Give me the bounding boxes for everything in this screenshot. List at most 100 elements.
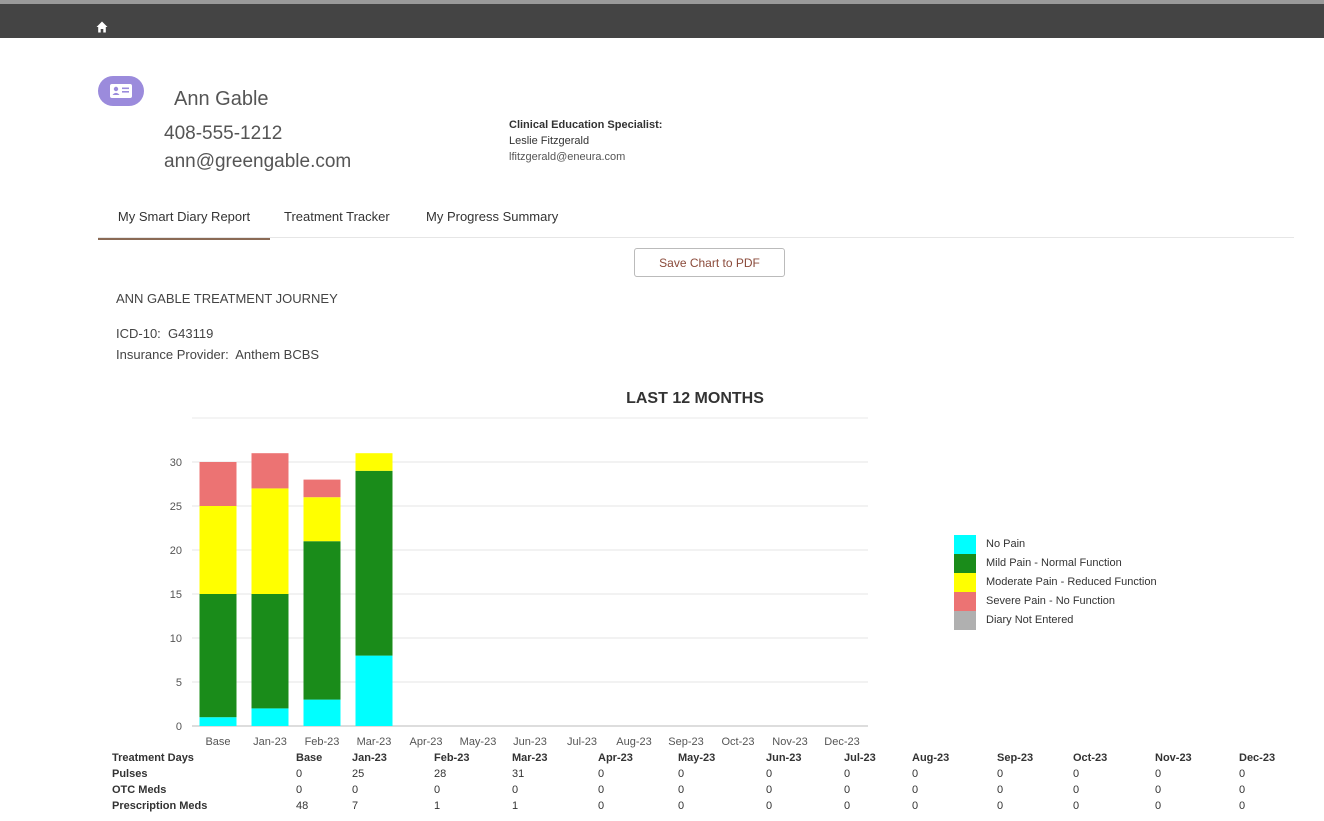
table-cell: 0 xyxy=(1073,768,1080,780)
bar-segment xyxy=(355,655,393,726)
y-tick-label: 25 xyxy=(170,501,182,513)
table-cell: 1 xyxy=(434,800,441,812)
table-cell: 48 xyxy=(296,800,309,812)
column-header: Sep-23 xyxy=(997,752,1034,764)
x-tick-label: Oct-23 xyxy=(721,736,754,748)
y-tick-label: 0 xyxy=(176,721,182,733)
x-tick-label: Jul-23 xyxy=(567,736,597,748)
legend-swatch xyxy=(954,611,976,630)
table-cell: 0 xyxy=(1239,768,1246,780)
x-tick-label: Feb-23 xyxy=(305,736,340,748)
table-cell: 0 xyxy=(296,768,303,780)
bar-segment xyxy=(251,594,289,709)
table-cell: 0 xyxy=(434,784,441,796)
row-label: Treatment Days xyxy=(112,752,194,764)
x-tick-label: Mar-23 xyxy=(357,736,392,748)
bar-segment xyxy=(199,506,237,594)
table-cell: 0 xyxy=(1073,800,1080,812)
table-cell: 0 xyxy=(512,784,519,796)
table-cell: 0 xyxy=(1155,800,1162,812)
bar-segment xyxy=(303,541,341,700)
column-header: Feb-23 xyxy=(434,752,470,764)
legend-swatch xyxy=(954,573,976,592)
bar-segment xyxy=(303,479,341,498)
table-cell: 0 xyxy=(678,768,685,780)
table-cell: 0 xyxy=(1073,784,1080,796)
y-tick-label: 10 xyxy=(170,633,182,645)
table-cell: 28 xyxy=(434,768,447,780)
x-tick-label: May-23 xyxy=(460,736,497,748)
row-label: OTC Meds xyxy=(112,784,167,796)
x-tick-label: Jun-23 xyxy=(513,736,547,748)
legend-label: Diary Not Entered xyxy=(986,614,1074,626)
column-header: Aug-23 xyxy=(912,752,950,764)
column-header: Nov-23 xyxy=(1155,752,1192,764)
table-cell: 0 xyxy=(598,784,605,796)
table-cell: 0 xyxy=(1239,784,1246,796)
y-tick-label: 20 xyxy=(170,545,182,557)
x-tick-label: Aug-23 xyxy=(616,736,651,748)
legend-swatch xyxy=(954,554,976,573)
legend-swatch xyxy=(954,535,976,554)
table-cell: 0 xyxy=(766,784,773,796)
table-cell: 0 xyxy=(997,800,1004,812)
legend-label: Moderate Pain - Reduced Function xyxy=(986,576,1157,588)
table-cell: 7 xyxy=(352,800,359,812)
column-header: Oct-23 xyxy=(1073,752,1108,764)
column-header: May-23 xyxy=(678,752,716,764)
x-tick-label: Jan-23 xyxy=(253,736,287,748)
legend-label: Severe Pain - No Function xyxy=(986,595,1116,607)
bar-segment xyxy=(303,699,341,726)
table-cell: 0 xyxy=(1155,784,1162,796)
table-cell: 0 xyxy=(678,784,685,796)
column-header: Jan-23 xyxy=(352,752,387,764)
bar-segment xyxy=(251,488,289,594)
column-header: Dec-23 xyxy=(1239,752,1276,764)
bar-segment xyxy=(251,453,289,489)
table-cell: 1 xyxy=(512,800,519,812)
bar-segment xyxy=(199,462,237,506)
table-cell: 0 xyxy=(296,784,303,796)
table-cell: 0 xyxy=(598,768,605,780)
column-header: Base xyxy=(296,752,323,764)
x-tick-label: Dec-23 xyxy=(824,736,859,748)
bar-segment xyxy=(355,470,393,656)
table-cell: 31 xyxy=(512,768,525,780)
x-tick-label: Base xyxy=(205,736,230,748)
column-header: Mar-23 xyxy=(512,752,548,764)
row-label: Pulses xyxy=(112,768,148,780)
table-cell: 0 xyxy=(1155,768,1162,780)
stacked-bar-chart: 0 5 10 15 20 25 30 Base Jan-23 Feb-23 Mar-23 Apr-23… xyxy=(170,417,868,748)
bar-segment xyxy=(303,497,341,542)
column-header: Jul-23 xyxy=(844,752,876,764)
table-cell: 0 xyxy=(912,784,919,796)
bar-segment xyxy=(251,708,289,726)
table-cell: 0 xyxy=(678,800,685,812)
table-cell: 0 xyxy=(912,800,919,812)
row-label: Prescription Meds xyxy=(112,800,208,812)
table-cell: 0 xyxy=(766,800,773,812)
legend-label: No Pain xyxy=(986,538,1026,550)
x-tick-label: Apr-23 xyxy=(409,736,442,748)
table-cell: 0 xyxy=(997,768,1004,780)
column-header: Jun-23 xyxy=(766,752,802,764)
table-cell: 0 xyxy=(844,800,851,812)
x-tick-label: Sep-23 xyxy=(668,736,703,748)
table-cell: 0 xyxy=(766,768,773,780)
x-tick-label: Nov-23 xyxy=(772,736,807,748)
table-cell: 0 xyxy=(844,784,851,796)
column-header: Apr-23 xyxy=(598,752,633,764)
y-tick-label: 30 xyxy=(170,457,182,469)
table-cell: 0 xyxy=(352,784,359,796)
bar-segment xyxy=(199,717,237,726)
y-tick-label: 5 xyxy=(176,677,182,689)
table-cell: 25 xyxy=(352,768,365,780)
table-cell: 0 xyxy=(997,784,1004,796)
bar-segment xyxy=(199,594,237,718)
y-tick-label: 15 xyxy=(170,589,182,601)
table-cell: 0 xyxy=(598,800,605,812)
bar-segment xyxy=(355,453,393,471)
legend-label: Mild Pain - Normal Function xyxy=(986,557,1122,569)
table-cell: 0 xyxy=(844,768,851,780)
legend-swatch xyxy=(954,592,976,611)
